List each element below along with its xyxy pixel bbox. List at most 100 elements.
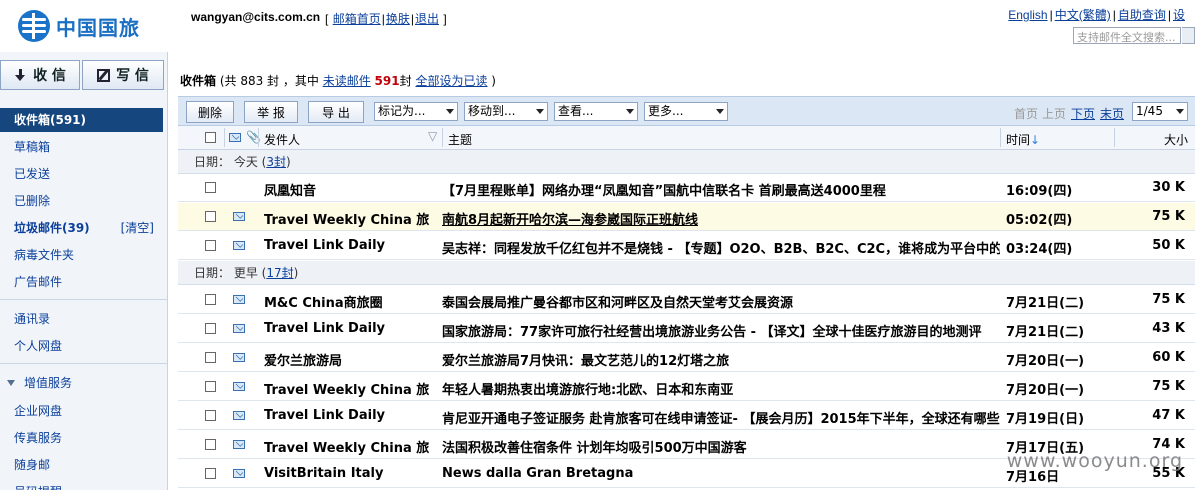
mail-row[interactable]: 凤凰知音 【7月里程账单】网络办理“凤凰知音”国航中信联名卡 首刷最高送4000… <box>178 174 1195 202</box>
export-button[interactable]: 导 出 <box>308 101 364 123</box>
mail-subject[interactable]: 肯尼亚开通电子签证服务 赴肯旅客可在线申请签证- 【展会月历】2015年下半年，… <box>442 408 1000 427</box>
mark-as-select[interactable]: 标记为... <box>374 102 458 121</box>
mark-all-read-link[interactable]: 全部设为已读 <box>415 74 487 88</box>
sidebar-item-drafts[interactable]: 草稿箱 <box>0 135 168 159</box>
mail-sender: M&C China商旅圈 <box>264 296 383 311</box>
page-value: 1/45 <box>1136 104 1163 118</box>
sidebar-item-virus[interactable]: 病毒文件夹 <box>0 243 168 267</box>
mail-subject[interactable]: 国家旅游局：77家许可旅行社经营出境旅游业务公告 - 【译文】全球十佳医疗旅游目… <box>442 321 1000 340</box>
search-button[interactable] <box>1182 27 1195 44</box>
filter-icon[interactable]: ▽ <box>428 129 437 143</box>
mail-subject[interactable]: 泰国会展局推广曼谷都市区和河畔区及自然天堂考艾会展资源 <box>442 292 1000 311</box>
row-checkbox[interactable] <box>205 410 216 421</box>
traditional-chinese-link[interactable]: 中文(繁體) <box>1055 8 1111 22</box>
sidebar-item-junk[interactable]: 垃圾邮件(39) [清空] <box>0 216 168 240</box>
mail-row[interactable]: Travel Weekly China 旅 年轻人暑期热衷出境游旅行地:北欧、日… <box>178 373 1195 401</box>
more-select[interactable]: 更多... <box>644 102 728 121</box>
globe-logo-icon <box>18 10 50 42</box>
mail-subject[interactable]: 【7月里程账单】网络办理“凤凰知音”国航中信联名卡 首刷最高送4000里程 <box>442 180 1000 199</box>
page-select[interactable]: 1/45 <box>1132 102 1188 121</box>
sidebar-item-inbox[interactable]: 收件箱(591) <box>0 108 163 132</box>
mail-size: 75 K <box>1152 292 1185 307</box>
row-checkbox[interactable] <box>205 439 216 450</box>
clear-junk-link[interactable]: [清空] <box>121 216 154 240</box>
delete-button[interactable]: 删除 <box>186 101 234 123</box>
view-select[interactable]: 查看... <box>554 102 638 121</box>
select-all-checkbox[interactable] <box>205 132 216 143</box>
mail-time: 7月21日(二) <box>1006 325 1085 340</box>
links-close-bracket: ] <box>443 12 447 26</box>
logout-link[interactable]: 退出 <box>415 12 439 26</box>
row-checkbox[interactable] <box>205 381 216 392</box>
mail-sender: VisitBritain Italy <box>264 466 384 481</box>
date-group-earlier: 日期： 更早 (17封) <box>178 261 1195 285</box>
chevron-down-icon <box>1176 109 1184 114</box>
mail-sender: Travel Weekly China 旅 <box>264 213 430 228</box>
report-button[interactable]: 举 报 <box>244 101 298 123</box>
move-to-select[interactable]: 移动到... <box>464 102 548 121</box>
mail-row[interactable]: Travel Link Daily 国家旅游局：77家许可旅行社经营出境旅游业务… <box>178 315 1195 343</box>
mail-subject[interactable]: 南航8月起新开哈尔滨—海参崴国际正班航线 <box>442 209 1000 228</box>
logo[interactable]: 中国国旅 <box>18 10 140 42</box>
sidebar-item-reminder[interactable]: 号码提醒 <box>0 480 168 490</box>
settings-link[interactable]: 设 <box>1173 8 1185 22</box>
mail-row[interactable]: 爱尔兰旅游局 爱尔兰旅游局7月快讯：最文艺范儿的12灯塔之旅 7月20日(一) … <box>178 344 1195 372</box>
mail-size: 47 K <box>1152 408 1185 423</box>
date-group-count[interactable]: 17封 <box>266 266 293 280</box>
row-checkbox[interactable] <box>205 323 216 334</box>
unread-mail-link[interactable]: 未读邮件 <box>323 74 371 88</box>
mail-subject[interactable]: 法国积极改善住宿条件 计划年均吸引500万中国游客 <box>442 437 1000 456</box>
sidebar-item-ads[interactable]: 广告邮件 <box>0 270 168 294</box>
column-subject[interactable]: 主题 <box>448 131 472 148</box>
column-time[interactable]: 时间↓ <box>1006 131 1040 148</box>
column-divider <box>1000 128 1001 147</box>
row-checkbox[interactable] <box>205 240 216 251</box>
date-group-label: 日期： 更早 ( <box>194 266 267 280</box>
mail-type-column-icon[interactable] <box>229 133 241 142</box>
links-separator: | <box>381 12 385 26</box>
row-checkbox[interactable] <box>205 352 216 363</box>
mail-time: 7月19日(日) <box>1006 412 1085 427</box>
sidebar-item-enterprise-disk[interactable]: 企业网盘 <box>0 399 168 423</box>
user-links: [ 邮箱首页|换肤|退出 ] <box>325 10 447 27</box>
mail-row[interactable]: Travel Weekly China 旅 南航8月起新开哈尔滨—海参崴国际正班… <box>178 203 1195 231</box>
pager-first: 首页 <box>1014 107 1039 121</box>
english-link[interactable]: English <box>1008 8 1047 22</box>
column-size[interactable]: 大小 <box>1164 131 1188 148</box>
envelope-icon <box>233 241 245 250</box>
mail-subject[interactable]: 爱尔兰旅游局7月快讯：最文艺范儿的12灯塔之旅 <box>442 350 1000 369</box>
mail-home-link[interactable]: 邮箱首页 <box>333 12 381 26</box>
receive-button[interactable]: 收 信 <box>0 60 80 90</box>
links-separator: | <box>1112 8 1116 22</box>
self-service-link[interactable]: 自助查询 <box>1118 8 1166 22</box>
sidebar-item-contacts[interactable]: 通讯录 <box>0 307 168 331</box>
header: 中国国旅 wangyan@cits.com.cn [ 邮箱首页|换肤|退出 ] … <box>0 0 1195 52</box>
row-checkbox[interactable] <box>205 182 216 193</box>
pager-next[interactable]: 下页 <box>1071 105 1095 122</box>
sidebar-item-mobile-mail[interactable]: 随身邮 <box>0 453 168 477</box>
change-skin-link[interactable]: 换肤 <box>386 12 410 26</box>
sidebar-item-deleted[interactable]: 已删除 <box>0 189 168 213</box>
sidebar-item-value-added[interactable]: 增值服务 <box>0 371 168 395</box>
mail-row[interactable]: M&C China商旅圈 泰国会展局推广曼谷都市区和河畔区及自然天堂考艾会展资源… <box>178 286 1195 314</box>
pager-last[interactable]: 末页 <box>1100 105 1124 122</box>
mail-subject[interactable]: 吴志祥：同程发放千亿红包并不是烧钱 - 【专题】O2O、B2B、B2C、C2C，… <box>442 238 1000 257</box>
row-checkbox[interactable] <box>205 211 216 222</box>
pager-prev: 上页 <box>1042 107 1067 121</box>
column-sender[interactable]: 发件人 <box>264 131 300 148</box>
search-input[interactable]: 支持邮件全文搜索... <box>1073 27 1181 44</box>
sidebar-item-netdisk[interactable]: 个人网盘 <box>0 334 168 358</box>
mail-row[interactable]: Travel Link Daily 肯尼亚开通电子签证服务 赴肯旅客可在线申请签… <box>178 402 1195 430</box>
mail-subject[interactable]: News dalla Gran Bretagna <box>442 466 1000 481</box>
write-button[interactable]: 写 信 <box>82 60 164 90</box>
download-arrow-icon <box>14 68 27 82</box>
sidebar-item-fax[interactable]: 传真服务 <box>0 426 168 450</box>
mail-subject[interactable]: 年轻人暑期热衷出境游旅行地:北欧、日本和东南亚 <box>442 379 1000 398</box>
row-checkbox[interactable] <box>205 468 216 479</box>
date-group-label: 日期： 今天 ( <box>194 155 267 169</box>
column-divider <box>258 128 259 147</box>
date-group-count[interactable]: 3封 <box>266 155 286 169</box>
row-checkbox[interactable] <box>205 294 216 305</box>
sidebar-item-sent[interactable]: 已发送 <box>0 162 168 186</box>
mail-row[interactable]: Travel Link Daily 吴志祥：同程发放千亿红包并不是烧钱 - 【专… <box>178 232 1195 260</box>
